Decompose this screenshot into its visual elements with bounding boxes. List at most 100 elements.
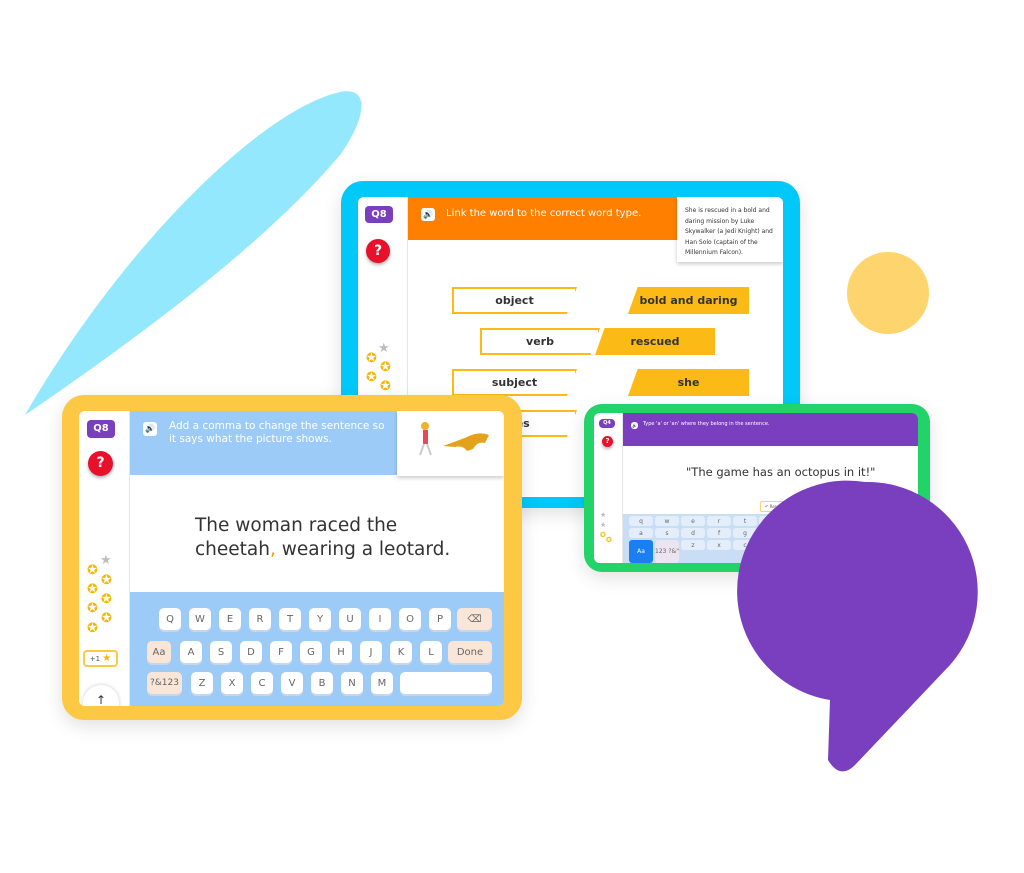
sentence-line-2: cheetah, wearing a leotard.: [195, 538, 450, 562]
key-i[interactable]: I: [369, 608, 391, 630]
star-icon: ✪: [101, 592, 112, 607]
star-icon: ✪: [380, 360, 391, 375]
instruction-header: 🔊 Add a comma to change the sentence so …: [130, 411, 397, 475]
help-button[interactable]: ?: [602, 436, 613, 447]
help-button[interactable]: ?: [366, 239, 390, 263]
star-icon: ✪: [101, 573, 112, 588]
star-icon: ★: [600, 511, 607, 519]
key-o[interactable]: O: [399, 608, 421, 630]
backspace-key[interactable]: ⌫: [457, 608, 492, 630]
space-key[interactable]: [400, 672, 492, 694]
star-icon: ✪: [606, 536, 612, 544]
question-badge: Q8: [365, 206, 393, 223]
sidebar: Q8 ? ★ ✪ ✪ ✪ ✪ ✪ ✪ ✪ +1 ★ ↑: [79, 411, 130, 706]
key-e[interactable]: e: [681, 516, 705, 526]
key-s[interactable]: S: [210, 641, 232, 663]
star-icon: ✪: [380, 379, 391, 394]
star-icon: ✪: [87, 601, 98, 616]
done-key[interactable]: Done: [448, 641, 492, 663]
instruction-header: 🔊 Type 'a' or 'an' where they belong in …: [623, 413, 918, 446]
star-icon: ★: [378, 341, 390, 356]
word-box[interactable]: she: [628, 369, 749, 396]
shift-key[interactable]: Aa: [629, 540, 653, 563]
star-icon: ✪: [101, 611, 112, 626]
star-icon: ✪: [366, 370, 377, 385]
key-j[interactable]: J: [360, 641, 382, 663]
tablet-add-comma: Q8 ? ★ ✪ ✪ ✪ ✪ ✪ ✪ ✪ +1 ★ ↑ 🔊 Add a comm…: [62, 395, 522, 720]
key-a[interactable]: a: [629, 528, 653, 538]
key-z[interactable]: Z: [191, 672, 213, 694]
word-type-box[interactable]: object: [452, 287, 577, 314]
star-icon: ★: [102, 653, 112, 664]
key-e[interactable]: E: [219, 608, 241, 630]
bonus-text: +1: [89, 655, 101, 663]
key-z[interactable]: z: [681, 540, 705, 550]
key-q[interactable]: q: [629, 516, 653, 526]
symbols-key[interactable]: ?&123: [147, 672, 182, 694]
key-c[interactable]: C: [251, 672, 273, 694]
key-r[interactable]: r: [707, 516, 731, 526]
key-r[interactable]: R: [249, 608, 271, 630]
star-icon: ✪: [600, 531, 606, 539]
keyboard: Q W E R T Y U I O P ⌫ Aa A S D F G H J K L Done ?&123 Z X C V B N M: [130, 592, 504, 706]
key-y[interactable]: Y: [309, 608, 331, 630]
key-y[interactable]: y: [759, 516, 783, 526]
instruction-header: 🔊 Link the word to the correct word type…: [408, 197, 677, 240]
key-u[interactable]: U: [339, 608, 361, 630]
key-x[interactable]: x: [707, 540, 731, 550]
key-l[interactable]: L: [420, 641, 442, 663]
sentence-rest: wearing a leotard.: [275, 539, 451, 560]
key-m[interactable]: M: [371, 672, 393, 694]
key-k[interactable]: K: [390, 641, 412, 663]
instruction-text: Link the word to the correct word type.: [446, 208, 642, 219]
key-w[interactable]: w: [655, 516, 679, 526]
key-g[interactable]: g: [733, 528, 757, 538]
key-t[interactable]: T: [279, 608, 301, 630]
question-badge: Q4: [599, 419, 615, 428]
shift-key[interactable]: Aa: [147, 641, 171, 663]
scroll-up-button[interactable]: ↑: [83, 685, 119, 706]
instruction-text: Type 'a' or 'an' where they belong in th…: [643, 421, 770, 427]
word-box[interactable]: rescued: [595, 328, 715, 355]
star-icon: ✪: [366, 351, 377, 366]
key-d[interactable]: d: [681, 528, 705, 538]
woman-cheetah-illustration: [419, 422, 489, 456]
sentence-word: cheetah: [195, 539, 270, 560]
key-b[interactable]: B: [311, 672, 333, 694]
speaker-icon[interactable]: 🔊: [421, 208, 435, 221]
key-g[interactable]: G: [300, 641, 322, 663]
question-badge: Q8: [87, 420, 115, 438]
speaker-icon[interactable]: 🔊: [143, 422, 157, 436]
word-type-box[interactable]: subject: [452, 369, 577, 396]
key-h[interactable]: H: [330, 641, 352, 663]
reset-button[interactable]: ↶ Reset: [760, 501, 786, 512]
key-x[interactable]: X: [221, 672, 243, 694]
speaker-icon[interactable]: 🔊: [631, 422, 638, 429]
key-d[interactable]: D: [240, 641, 262, 663]
key-a[interactable]: A: [180, 641, 202, 663]
key-p[interactable]: P: [429, 608, 451, 630]
swoosh-shape: [25, 91, 362, 416]
key-s[interactable]: s: [655, 528, 679, 538]
sentence-line-1: The woman raced the: [195, 515, 398, 536]
key-h[interactable]: h: [759, 528, 783, 538]
key-t[interactable]: t: [733, 516, 757, 526]
instruction-text: Add a comma to change the sentence so it…: [169, 420, 385, 445]
word-box[interactable]: bold and daring: [628, 287, 749, 314]
key-w[interactable]: W: [189, 608, 211, 630]
help-button[interactable]: ?: [88, 451, 113, 476]
word-type-box[interactable]: verb: [480, 328, 600, 355]
key-c[interactable]: c: [733, 540, 757, 550]
bonus-star-badge: +1 ★: [83, 650, 118, 667]
symbols-key[interactable]: 123 ?&": [655, 540, 679, 563]
yellow-circle: [847, 252, 929, 334]
key-n[interactable]: N: [341, 672, 363, 694]
star-icon: ★: [100, 553, 112, 568]
sentence: "The game has an octopus in it!": [686, 465, 876, 479]
key-q[interactable]: Q: [159, 608, 181, 630]
key-f[interactable]: f: [707, 528, 731, 538]
star-icon: ✪: [87, 563, 98, 578]
key-f[interactable]: F: [270, 641, 292, 663]
tablet-a-or-an: Q4 ? ★ ★ ✪ ✪ 🔊 Type 'a' or 'an' where th…: [584, 404, 930, 572]
key-v[interactable]: V: [281, 672, 303, 694]
